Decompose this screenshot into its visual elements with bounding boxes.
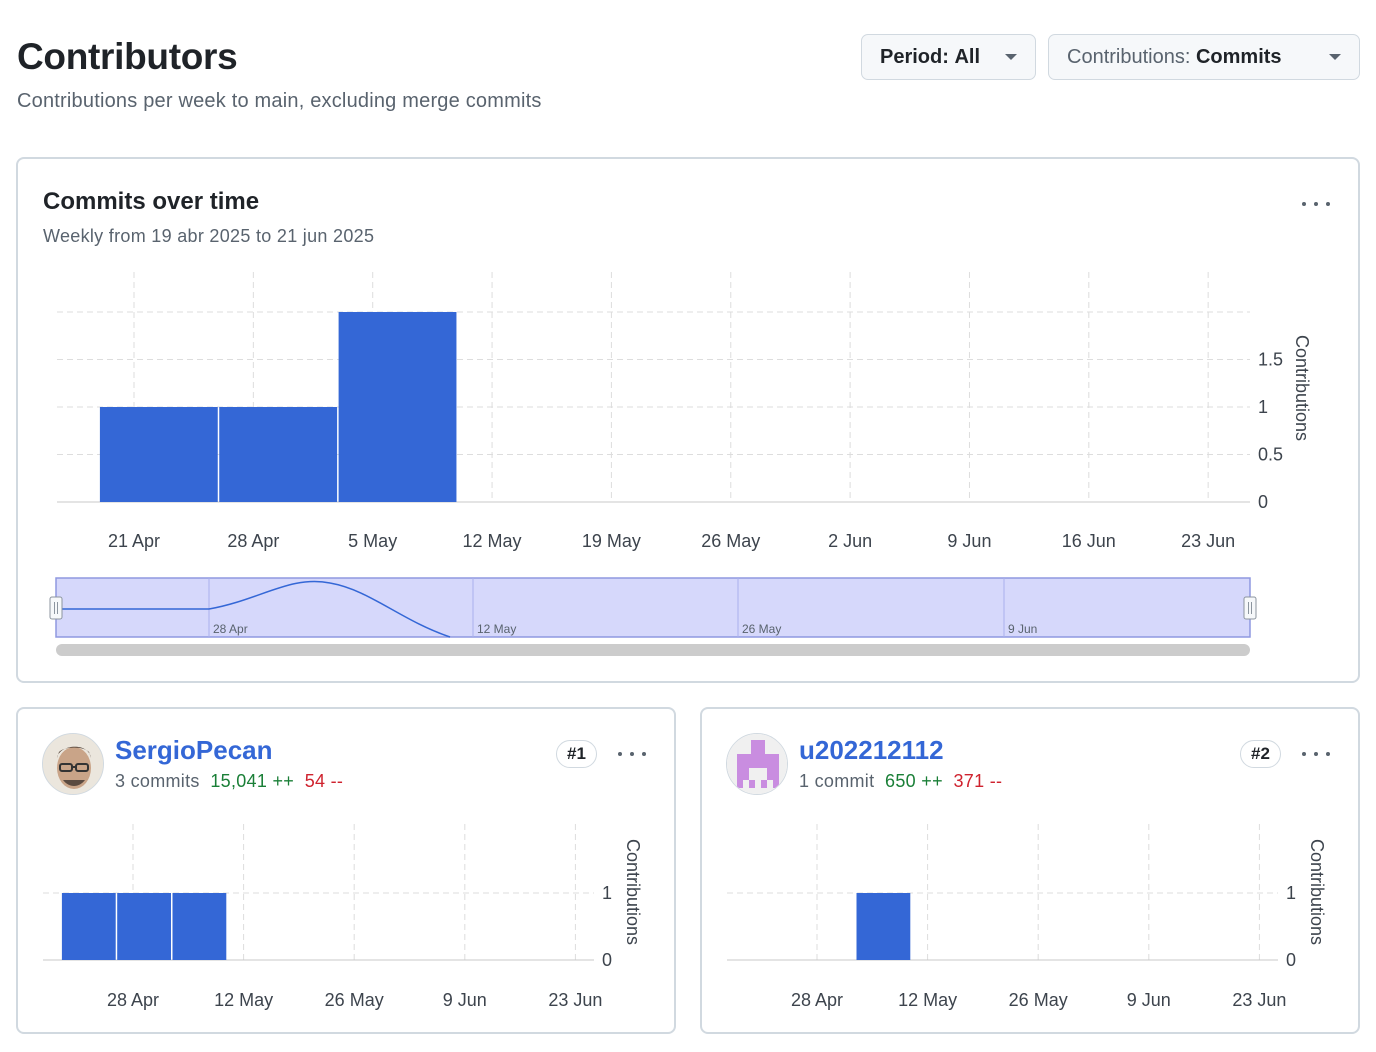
navigator-date-label: 12 May xyxy=(477,622,516,636)
chart-bar[interactable] xyxy=(172,893,227,960)
navigator-date-label: 28 Apr xyxy=(213,622,248,636)
x-tick-label: 28 Apr xyxy=(107,990,159,1010)
y-axis-label: Contributions xyxy=(1307,839,1327,945)
chart-bar[interactable] xyxy=(99,407,218,502)
navigator-left-handle[interactable] xyxy=(49,596,63,620)
y-tick-label: 0 xyxy=(1258,492,1268,512)
chart-bar[interactable] xyxy=(856,893,911,960)
y-tick-label: 0.5 xyxy=(1258,445,1283,465)
x-tick-label: 23 Jun xyxy=(1232,990,1286,1010)
x-tick-label: 26 May xyxy=(325,990,384,1010)
x-tick-label: 21 Apr xyxy=(108,531,160,551)
y-axis-label: Contributions xyxy=(1292,335,1312,441)
main-chart-svg: 28 Apr 12 May 26 May 9 Jun 21 Apr 28 Apr 5 Ma… xyxy=(49,272,1312,656)
contributor-charts-svg: 28 Apr 12 May 26 May 9 Jun 23 Jun01 Contribut… xyxy=(43,824,1327,1010)
chart-bar[interactable] xyxy=(61,893,116,960)
x-tick-label: 28 Apr xyxy=(227,531,279,551)
y-tick-label: 1 xyxy=(1286,883,1296,903)
x-tick-label: 16 Jun xyxy=(1062,531,1116,551)
chart-bar[interactable] xyxy=(219,407,338,502)
x-tick-label: 19 May xyxy=(582,531,641,551)
y-axis-label: Contributions xyxy=(623,839,643,945)
y-tick-label: 1 xyxy=(602,883,612,903)
x-tick-label: 9 Jun xyxy=(947,531,991,551)
x-tick-label: 28 Apr xyxy=(791,990,843,1010)
x-tick-label: 26 May xyxy=(1009,990,1068,1010)
x-tick-label: 2 Jun xyxy=(828,531,872,551)
x-tick-label: 12 May xyxy=(463,531,522,551)
y-tick-label: 1.5 xyxy=(1258,350,1283,370)
x-tick-label: 23 Jun xyxy=(1181,531,1235,551)
x-tick-label: 9 Jun xyxy=(443,990,487,1010)
navigator-date-label: 9 Jun xyxy=(1008,622,1037,636)
chart-bar[interactable] xyxy=(338,312,457,502)
x-tick-label: 12 May xyxy=(898,990,957,1010)
y-tick-label: 1 xyxy=(1258,397,1268,417)
x-tick-label: 26 May xyxy=(701,531,760,551)
navigator-scrollbar[interactable] xyxy=(56,644,1250,656)
y-tick-label: 0 xyxy=(602,950,612,970)
x-tick-label: 5 May xyxy=(348,531,397,551)
x-tick-label: 23 Jun xyxy=(548,990,602,1010)
range-navigator[interactable]: 28 Apr 12 May 26 May 9 Jun xyxy=(49,577,1257,656)
x-tick-label: 12 May xyxy=(214,990,273,1010)
navigator-right-handle[interactable] xyxy=(1243,596,1257,620)
navigator-date-label: 26 May xyxy=(742,622,781,636)
y-tick-label: 0 xyxy=(1286,950,1296,970)
chart-bar[interactable] xyxy=(117,893,171,960)
x-tick-label: 9 Jun xyxy=(1127,990,1171,1010)
